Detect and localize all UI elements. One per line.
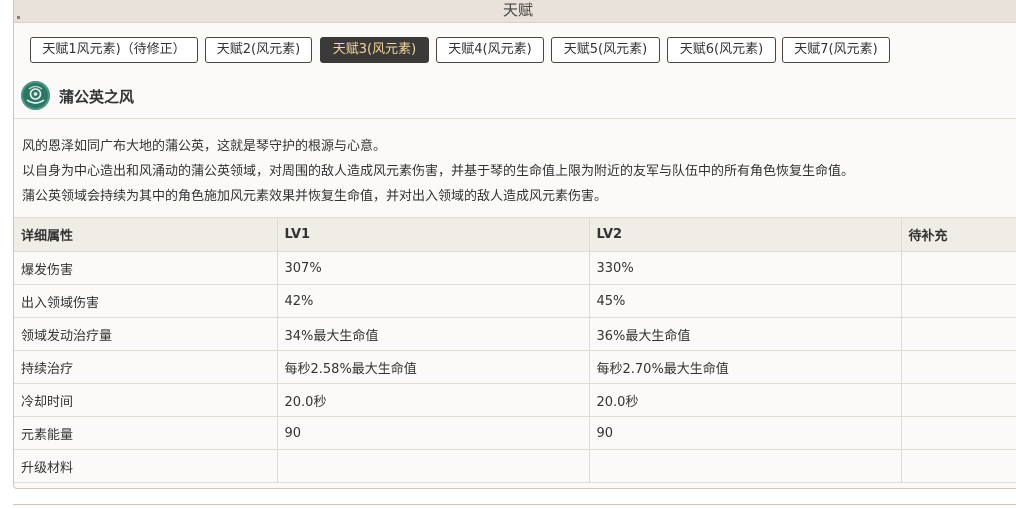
table-cell: 元素能量 xyxy=(14,416,278,450)
header-marker xyxy=(17,16,20,19)
table-row: 冷却时间 20.0秒 20.0秒 xyxy=(14,383,1016,417)
table-cell xyxy=(276,449,590,483)
tab-talent-4[interactable]: 天赋4(风元素) xyxy=(436,37,544,63)
panel-title: 天赋 xyxy=(502,1,533,19)
table-cell: 20.0秒 xyxy=(276,383,590,417)
tab-talent-2[interactable]: 天赋2(风元素) xyxy=(205,37,312,63)
table-cell: 36%最大生命值 xyxy=(588,317,902,351)
table-cell: 45% xyxy=(588,284,902,318)
table-cell: 领域发动治疗量 xyxy=(14,317,278,351)
table-row: 领域发动治疗量 34%最大生命值 36%最大生命值 xyxy=(14,317,1016,351)
table-cell: 90 xyxy=(588,416,902,450)
table-cell: 20.0秒 xyxy=(588,383,902,417)
talent-panel: 天赋 天赋1风元素)（待修正） 天赋2(风元素) 天赋3(风元素) 天赋4(风元… xyxy=(13,0,1016,489)
description-line: 蒲公英领域会持续为其中的角色施加风元素效果并恢复生命值，并对出入领域的敌人造成风… xyxy=(22,189,608,204)
table-row: 元素能量 90 90 xyxy=(14,416,1016,450)
description-line: 以自身为中心造出和风涌动的蒲公英领域，对周围的敌人造成风元素伤害，并基于琴的生命… xyxy=(22,164,855,179)
table-row: 升级材料 xyxy=(14,449,1016,483)
table-cell xyxy=(900,317,1016,351)
table-cell xyxy=(900,383,1016,417)
table-cell: 爆发伤害 xyxy=(14,251,278,285)
tab-talent-1[interactable]: 天赋1风元素)（待修正） xyxy=(30,37,198,63)
tab-talent-3[interactable]: 天赋3(风元素) xyxy=(320,37,429,63)
table-cell: 307% xyxy=(276,251,590,285)
skill-name: 蒲公英之风 xyxy=(59,88,135,106)
table-cell: 升级材料 xyxy=(14,449,278,483)
table-cell xyxy=(900,350,1016,384)
column-header: LV1 xyxy=(276,217,590,252)
table-row: 持续治疗 每秒2.58%最大生命值 每秒2.70%最大生命值 xyxy=(14,350,1016,384)
tab-talent-7[interactable]: 天赋7(风元素) xyxy=(782,37,890,63)
table-cell: 每秒2.58%最大生命值 xyxy=(276,350,590,384)
table-cell: 持续治疗 xyxy=(14,350,278,384)
column-header: LV2 xyxy=(588,217,902,252)
talent-tabs: 天赋1风元素)（待修正） 天赋2(风元素) 天赋3(风元素) 天赋4(风元素) … xyxy=(14,37,1016,63)
table-row: 爆发伤害 307% 330% xyxy=(14,251,1016,285)
table-cell: 冷却时间 xyxy=(14,383,278,417)
skill-title-row: 蒲公英之风 xyxy=(14,76,1016,119)
table-cell: 90 xyxy=(276,416,590,450)
table-cell: 每秒2.70%最大生命值 xyxy=(588,350,902,384)
table-cell: 330% xyxy=(588,251,902,285)
skill-description: 风的恩泽如同广布大地的蒲公英，这就是琴守护的根源与心意。 以自身为中心造出和风涌… xyxy=(22,134,1012,209)
table-cell xyxy=(900,284,1016,318)
dandelion-wind-icon xyxy=(21,81,50,110)
table-cell: 42% xyxy=(276,284,590,318)
table-cell xyxy=(900,416,1016,450)
column-header: 详细属性 xyxy=(14,217,278,252)
attribute-table: 详细属性 LV1 LV2 待补充 爆发伤害 307% 330% 出入领域伤害 4… xyxy=(14,217,1016,483)
tab-talent-5[interactable]: 天赋5(风元素) xyxy=(551,37,660,63)
tab-talent-6[interactable]: 天赋6(风元素) xyxy=(667,37,776,63)
table-cell xyxy=(900,449,1016,483)
column-header: 待补充 xyxy=(900,217,1016,252)
table-header-row: 详细属性 LV1 LV2 待补充 xyxy=(14,217,1016,252)
panel-header: 天赋 xyxy=(14,0,1016,23)
description-line: 风的恩泽如同广布大地的蒲公英，这就是琴守护的根源与心意。 xyxy=(22,139,387,154)
table-cell xyxy=(900,251,1016,285)
table-cell: 出入领域伤害 xyxy=(14,284,278,318)
table-cell: 34%最大生命值 xyxy=(276,317,590,351)
next-panel-edge xyxy=(13,504,1016,505)
table-cell xyxy=(588,449,902,483)
table-row: 出入领域伤害 42% 45% xyxy=(14,284,1016,318)
